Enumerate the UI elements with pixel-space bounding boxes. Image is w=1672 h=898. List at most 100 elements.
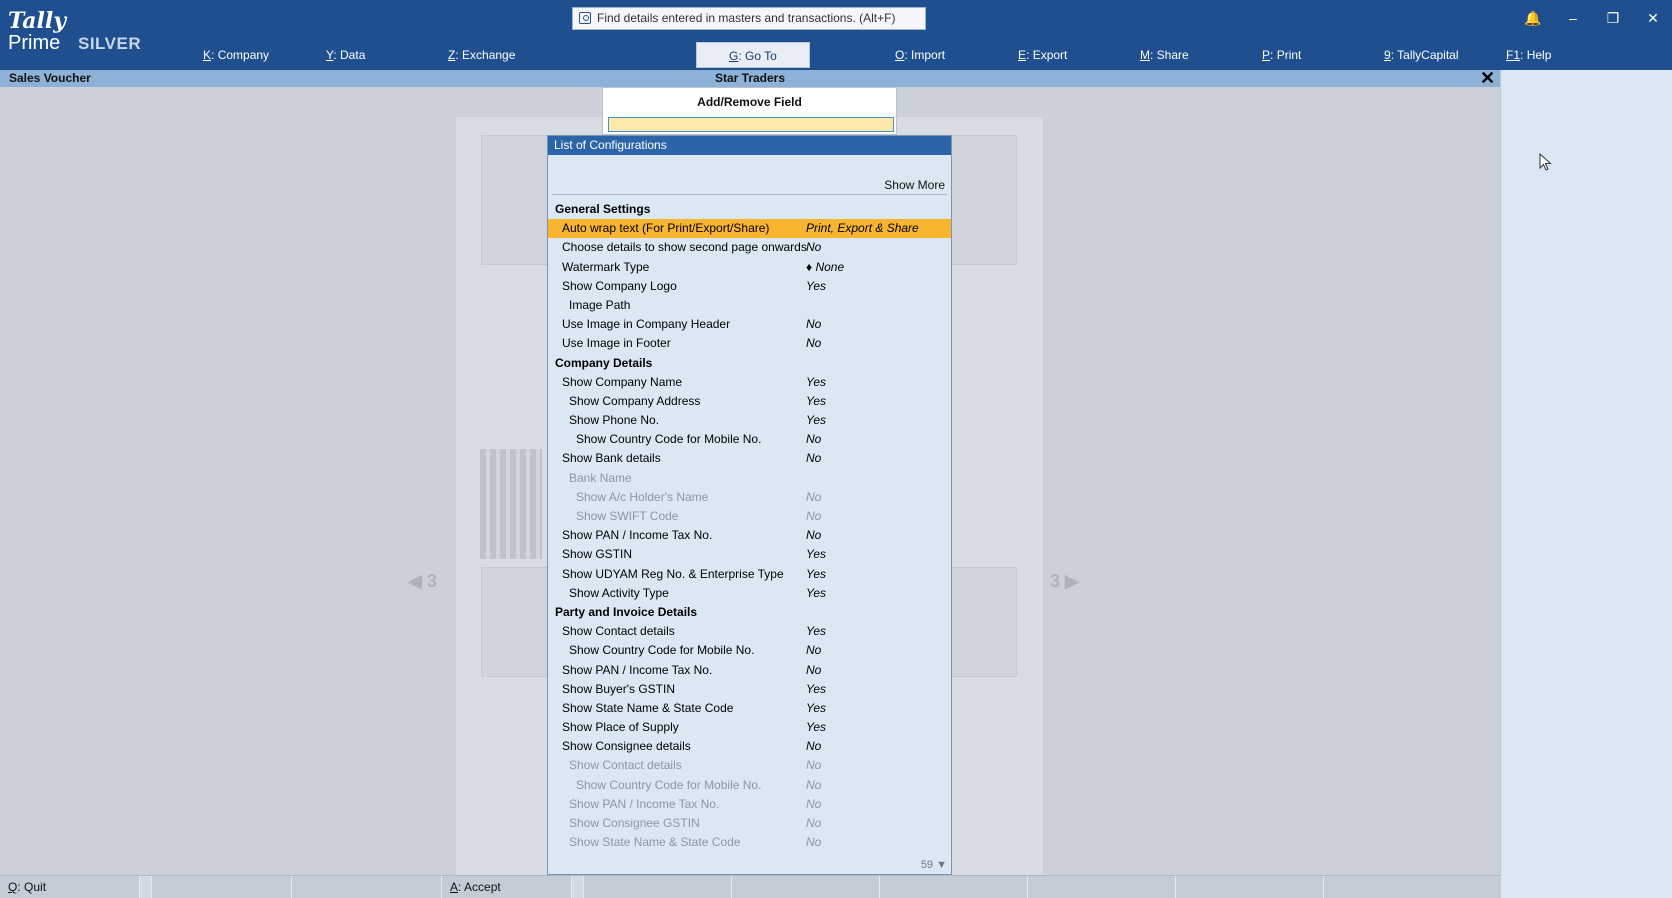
add-remove-input[interactable] (608, 117, 894, 132)
list-divider (552, 194, 947, 195)
window-controls: 🔔 – ❐ ✕ (1524, 8, 1662, 28)
config-row[interactable]: Choose details to show second page onwar… (548, 238, 951, 257)
config-row[interactable]: Show GSTIN Yes (548, 545, 951, 564)
config-row[interactable]: Show Consignee details No (548, 737, 951, 756)
config-label: Bank Name (569, 470, 632, 485)
config-row[interactable]: Show A/c Holder's Name No (548, 488, 951, 507)
config-row[interactable]: Show Phone No. Yes (548, 411, 951, 430)
config-label: Show State Name & State Code (562, 700, 734, 715)
config-label: Auto wrap text (For Print/Export/Share) (562, 221, 770, 236)
config-row[interactable]: Auto wrap text (For Print/Export/Share) P… (548, 219, 951, 239)
config-value: Yes (806, 585, 827, 600)
bottom-button-bar: Q: Quit A: Accept (0, 875, 1500, 898)
close-screen-icon[interactable]: ✕ (1480, 69, 1495, 87)
config-label: Show GSTIN (562, 547, 633, 562)
config-value: No (806, 317, 822, 332)
page-nav-left[interactable]: ◀ 3 (408, 571, 437, 592)
config-row[interactable]: Show Buyer's GSTIN Yes (548, 680, 951, 699)
bottom-empty-3 (584, 876, 732, 898)
right-button-panel (1500, 70, 1672, 898)
config-value: Yes (806, 566, 827, 581)
bottom-empty-2 (292, 876, 442, 898)
search-input[interactable]: Find details entered in masters and tran… (572, 7, 926, 30)
config-label: Show State Name & State Code (569, 835, 741, 850)
close-window-icon[interactable]: ✕ (1644, 8, 1662, 28)
config-row[interactable]: Show PAN / Income Tax No. No (548, 526, 951, 545)
main-menu: K: Company Y: Data Z: Exchange G: Go To … (0, 42, 1672, 68)
config-value: No (806, 528, 822, 543)
config-value: No (806, 758, 822, 773)
config-row[interactable]: Show Company Logo Yes (548, 277, 951, 296)
bottom-empty-5 (880, 876, 1028, 898)
menu-data[interactable]: Y: Data (326, 42, 365, 68)
menu-tallycapital[interactable]: 9: TallyCapital (1384, 42, 1459, 68)
config-row[interactable]: Show Country Code for Mobile No. No (548, 776, 951, 795)
menu-help[interactable]: F1: Help (1506, 42, 1551, 68)
menu-company[interactable]: K: Company (203, 42, 269, 68)
company-title: Star Traders (714, 71, 786, 85)
quit-button[interactable]: Q: Quit (0, 876, 140, 898)
config-label: Use Image in Company Header (562, 317, 731, 332)
show-more-button[interactable]: Show More (884, 178, 945, 192)
config-value: No (806, 336, 822, 351)
config-label: Show Country Code for Mobile No. (576, 777, 762, 792)
config-row[interactable]: Bank Name (548, 469, 951, 488)
config-row[interactable]: Show Country Code for Mobile No. No (548, 430, 951, 449)
config-row[interactable]: Image Path (548, 296, 951, 315)
config-row[interactable]: Use Image in Company Header No (548, 315, 951, 334)
config-row[interactable]: Use Image in Footer No (548, 334, 951, 353)
config-label: Show Consignee details (562, 739, 691, 754)
logo-brand: Tally (8, 8, 67, 34)
config-row[interactable]: Show PAN / Income Tax No. No (548, 795, 951, 814)
config-row[interactable]: Show SWIFT Code No (548, 507, 951, 526)
config-value: No (806, 432, 822, 447)
config-row[interactable]: Show Consignee GSTIN No (548, 814, 951, 833)
menu-exchange[interactable]: Z: Exchange (448, 42, 515, 68)
menu-export[interactable]: E: Export (1018, 42, 1067, 68)
config-row[interactable]: Show Contact details No (548, 756, 951, 775)
config-row[interactable]: Show Bank details No (548, 449, 951, 468)
config-row[interactable]: Show State Name & State Code No (548, 833, 951, 852)
page-nav-right[interactable]: 3 ▶ (1050, 571, 1079, 592)
bottom-empty-4 (732, 876, 880, 898)
config-value: Yes (806, 624, 827, 639)
config-row[interactable]: Show Country Code for Mobile No. No (548, 641, 951, 660)
config-label: Show Contact details (569, 758, 682, 773)
restore-icon[interactable]: ❐ (1604, 8, 1622, 28)
add-remove-title: Add/Remove Field (697, 95, 802, 109)
menu-share[interactable]: M: Share (1140, 42, 1189, 68)
config-row[interactable]: Show Activity Type Yes (548, 584, 951, 603)
config-row[interactable]: Show Contact details Yes (548, 622, 951, 641)
list-section-header: General Settings (548, 200, 951, 219)
config-label: Show Company Address (569, 393, 701, 408)
config-row[interactable]: Show Place of Supply Yes (548, 718, 951, 737)
config-row[interactable]: Show Company Name Yes (548, 373, 951, 392)
minimize-icon[interactable]: – (1564, 8, 1582, 28)
config-label: Show A/c Holder's Name (576, 489, 709, 504)
config-label: Show PAN / Income Tax No. (562, 662, 713, 677)
config-row[interactable]: Watermark Type ♦ None (548, 258, 951, 277)
bottom-separator (140, 876, 152, 898)
config-label: Show SWIFT Code (576, 509, 679, 523)
config-row[interactable]: Show UDYAM Reg No. & Enterprise Type Yes (548, 565, 951, 584)
config-label: Company Details (555, 355, 653, 370)
config-label: Choose details to show second page onwar… (562, 240, 807, 255)
config-value: No (806, 662, 822, 677)
config-row[interactable]: Show Company Address Yes (548, 392, 951, 411)
add-remove-field-dialog: Add/Remove Field (602, 87, 897, 135)
menu-print[interactable]: P: Print (1262, 42, 1301, 68)
config-value: No (806, 835, 822, 850)
config-row[interactable]: Show PAN / Income Tax No. No (548, 661, 951, 680)
config-label: Use Image in Footer (562, 336, 671, 351)
config-label: Show PAN / Income Tax No. (562, 528, 713, 543)
bottom-separator (572, 876, 584, 898)
screen-titlebar: Sales Voucher Star Traders ✕ (0, 69, 1500, 87)
config-label: Show PAN / Income Tax No. (569, 796, 720, 811)
notification-bell-icon[interactable]: 🔔 (1524, 8, 1542, 28)
config-row[interactable]: Show State Name & State Code Yes (548, 699, 951, 718)
config-label: Show Consignee GSTIN (569, 816, 700, 830)
menu-goto[interactable]: G: Go To (696, 42, 810, 68)
menu-import[interactable]: O: Import (895, 42, 945, 68)
config-label: Party and Invoice Details (555, 604, 698, 619)
accept-button[interactable]: A: Accept (442, 876, 572, 898)
